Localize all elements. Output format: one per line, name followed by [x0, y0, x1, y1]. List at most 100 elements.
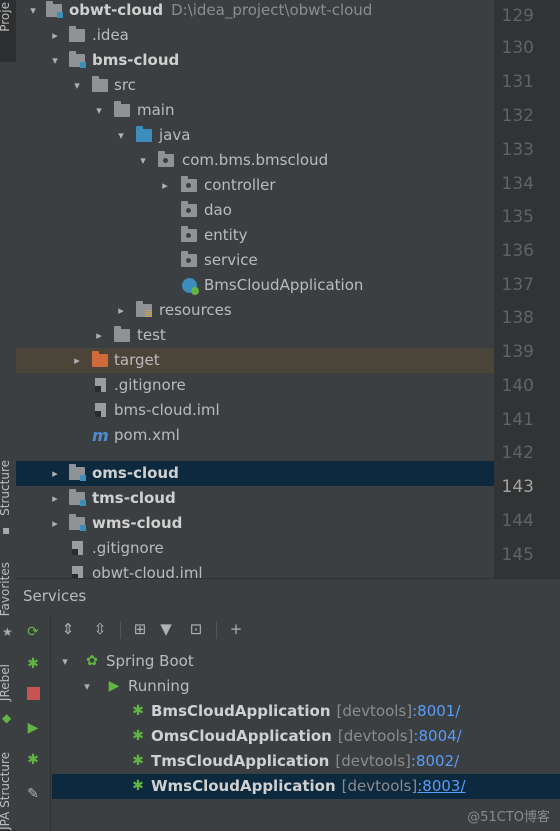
chevron-right-icon[interactable]: ▸ — [48, 461, 62, 486]
package-icon — [181, 226, 197, 242]
group-by-icon[interactable]: ⊞ — [130, 619, 150, 639]
service-app-row[interactable]: ✱ BmsCloudApplication [devtools]:8001/ — [52, 699, 560, 724]
tree-label: java — [159, 126, 191, 144]
tree-label: pom.xml — [114, 426, 180, 444]
file-icon — [72, 566, 83, 578]
project-tool-label[interactable]: Proje — [0, 2, 12, 32]
line-number: 145 — [501, 545, 534, 565]
tree-row-root[interactable]: ▾ obwt-cloud D:\idea_project\obwt-cloud — [16, 0, 494, 23]
file-icon — [95, 403, 106, 417]
tree-row[interactable]: ▾ main — [16, 98, 494, 123]
tree-row[interactable]: dao — [16, 198, 494, 223]
port-link[interactable]: :8001/ — [412, 702, 460, 720]
tree-row[interactable]: ▾ src — [16, 73, 494, 98]
port-link[interactable]: :8004/ — [413, 727, 461, 745]
tree-row[interactable]: ▸ wms-cloud — [16, 511, 494, 536]
port-link[interactable]: :8002/ — [411, 752, 459, 770]
structure-icon: ▪ — [2, 523, 11, 537]
tree-row[interactable]: ▾ com.bms.bmscloud — [16, 148, 494, 173]
port-link[interactable]: :8003/ — [417, 777, 465, 795]
collapse-all-icon[interactable]: ⇳ — [90, 619, 110, 639]
module-folder-icon — [69, 464, 86, 481]
tree-row[interactable]: m pom.xml — [16, 423, 494, 448]
tree-label: com.bms.bmscloud — [182, 151, 329, 169]
rerun-icon[interactable]: ⟳ — [24, 623, 42, 641]
tree-row[interactable]: ▾ bms-cloud — [16, 48, 494, 73]
chevron-down-icon[interactable]: ▾ — [70, 73, 84, 98]
line-number: 141 — [501, 410, 534, 430]
new-tab-icon[interactable]: ⊡ — [186, 619, 206, 639]
chevron-right-icon[interactable]: ▸ — [48, 486, 62, 511]
debug-bug-icon[interactable]: ✱ — [24, 655, 42, 673]
package-icon — [181, 251, 197, 267]
tree-row[interactable]: ▸ controller — [16, 173, 494, 198]
tree-row[interactable]: bms-cloud.iml — [16, 398, 494, 423]
chevron-right-icon[interactable]: ▸ — [48, 23, 62, 48]
service-app-row[interactable]: ✱ TmsCloudApplication [devtools]:8002/ — [52, 749, 560, 774]
tree-row[interactable]: .gitignore — [16, 373, 494, 398]
tree-row-target[interactable]: ▸ target — [16, 348, 494, 373]
bug-icon: ✱ — [132, 703, 144, 719]
wrench-icon[interactable]: ✎ — [24, 785, 42, 803]
chevron-down-icon[interactable]: ▾ — [92, 98, 106, 123]
service-app-row[interactable]: ✱ OmsCloudApplication [devtools]:8004/ — [52, 724, 560, 749]
chevron-right-icon[interactable]: ▸ — [158, 173, 172, 198]
left-tool-stripe: Proje Structure ▪ Favorites ★ JRebel ◆ J… — [0, 0, 17, 830]
jrebel-tool-label[interactable]: JRebel — [0, 664, 12, 701]
line-number: 134 — [501, 174, 534, 194]
filter-icon[interactable]: ▼ — [156, 619, 176, 639]
service-app-label: BmsCloudApplication [devtools]:8001/ — [151, 702, 461, 720]
running-play-icon: ▶ — [108, 678, 120, 694]
chevron-down-icon[interactable]: ▾ — [26, 0, 40, 23]
tree-label: wms-cloud — [92, 514, 183, 532]
line-number: 138 — [501, 308, 534, 328]
favorites-tool-label[interactable]: Favorites — [0, 562, 12, 616]
line-number: 133 — [501, 140, 534, 160]
toolbar-separator — [120, 621, 121, 639]
chevron-down-icon[interactable]: ▾ — [48, 48, 62, 73]
structure-tool-label[interactable]: Structure — [0, 460, 12, 516]
chevron-right-icon[interactable]: ▸ — [48, 511, 62, 536]
tree-label: dao — [204, 201, 232, 219]
tree-row[interactable]: ▾ java — [16, 123, 494, 148]
tree-row[interactable]: ▸ test — [16, 323, 494, 348]
module-folder-icon — [69, 514, 86, 531]
chevron-right-icon[interactable]: ▸ — [70, 348, 84, 373]
line-number: 139 — [501, 342, 534, 362]
chevron-down-icon[interactable]: ▾ — [58, 649, 72, 674]
tree-row[interactable]: BmsCloudApplication — [16, 273, 494, 298]
stop-icon[interactable] — [24, 687, 42, 705]
tree-row[interactable]: obwt-cloud.iml — [16, 561, 494, 578]
chevron-down-icon[interactable]: ▾ — [114, 123, 128, 148]
tree-row[interactable]: .gitignore — [16, 536, 494, 561]
expand-all-icon[interactable]: ⇕ — [58, 619, 78, 639]
bug-icon: ✱ — [132, 728, 144, 744]
bug-icon: ✱ — [132, 753, 144, 769]
chevron-right-icon[interactable]: ▸ — [92, 323, 106, 348]
package-icon — [181, 176, 197, 192]
bug-icon: ✱ — [132, 778, 144, 794]
line-number: 132 — [501, 106, 534, 126]
star-icon: ★ — [2, 625, 13, 639]
tree-label: .gitignore — [114, 376, 186, 394]
line-number: 142 — [501, 443, 534, 463]
jpa-structure-tool-label[interactable]: JPA Structure — [0, 752, 12, 830]
add-service-icon[interactable]: + — [226, 619, 246, 639]
line-number: 144 — [501, 511, 534, 531]
chevron-down-icon[interactable]: ▾ — [136, 148, 150, 173]
run-icon[interactable]: ▶ — [24, 719, 42, 737]
tree-row-selected[interactable]: ▸ oms-cloud — [16, 461, 494, 486]
tree-label: .gitignore — [92, 539, 164, 557]
spring-boot-node[interactable]: ▾ ✿ Spring Boot — [52, 649, 560, 674]
chevron-right-icon[interactable]: ▸ — [114, 298, 128, 323]
tree-row[interactable]: ▸ .idea — [16, 23, 494, 48]
tree-row[interactable]: service — [16, 248, 494, 273]
running-node[interactable]: ▾ ▶ Running — [52, 674, 560, 699]
tree-row[interactable]: ▸ tms-cloud — [16, 486, 494, 511]
tree-label: test — [137, 326, 166, 344]
debug-run-icon[interactable]: ✱ — [24, 751, 42, 769]
chevron-down-icon[interactable]: ▾ — [80, 674, 94, 699]
tree-row[interactable]: ▸ resources — [16, 298, 494, 323]
tree-row[interactable]: entity — [16, 223, 494, 248]
service-app-row-selected[interactable]: ✱ WmsCloudApplication [devtools]:8003/ — [52, 774, 560, 799]
